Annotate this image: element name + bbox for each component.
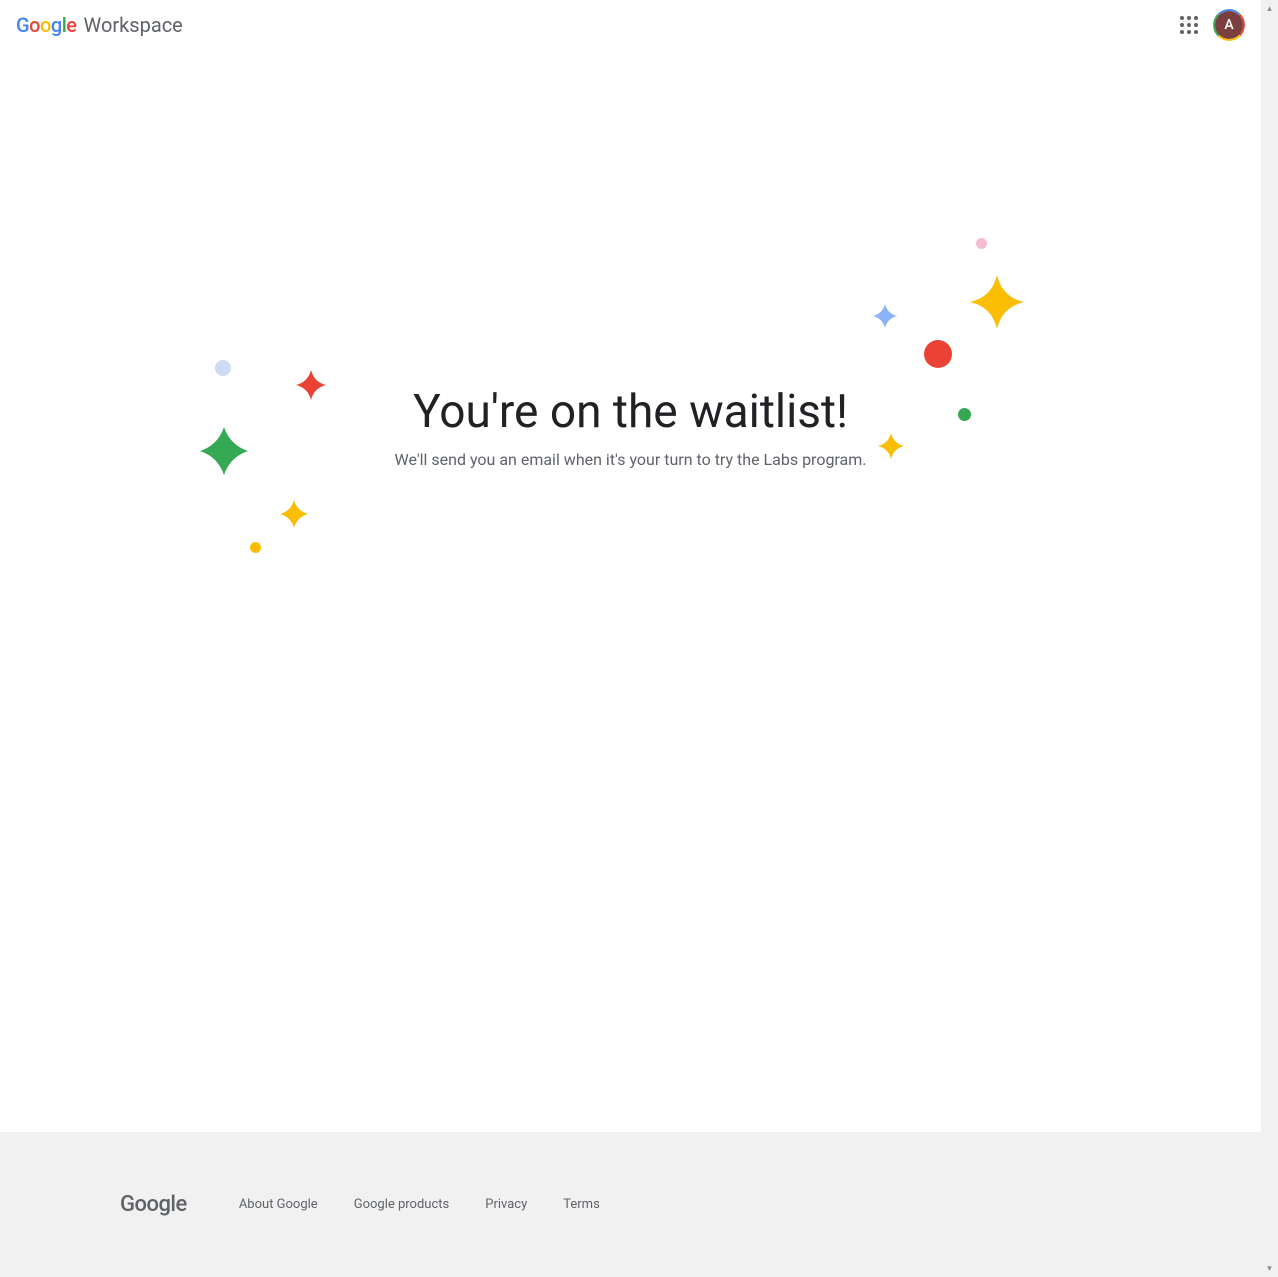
confetti-dot-icon [958, 408, 971, 421]
confetti-sparkle-icon [296, 370, 326, 400]
footer-google-logo: Google [120, 1192, 187, 1217]
product-name: Workspace [84, 13, 183, 37]
confetti-sparkle-icon [873, 304, 897, 328]
scrollbar-track[interactable]: ▴ ▾ [1261, 0, 1278, 1277]
account-avatar[interactable]: A [1213, 9, 1245, 41]
workspace-logo[interactable]: Google Workspace [16, 13, 183, 37]
scrollbar-up-arrow-icon[interactable]: ▴ [1261, 0, 1278, 17]
google-logo-icon: Google [16, 13, 77, 37]
confetti-dot-icon [215, 360, 231, 376]
header-actions: A [1177, 9, 1245, 41]
apps-grid-icon[interactable] [1177, 13, 1201, 37]
footer-links: About Google Google products Privacy Ter… [239, 1197, 600, 1212]
footer-link-products[interactable]: Google products [354, 1197, 450, 1212]
confetti-diamond-icon [200, 427, 248, 475]
footer-link-privacy[interactable]: Privacy [485, 1197, 527, 1212]
page-subheadline: We'll send you an email when it's your t… [395, 450, 867, 469]
footer-link-terms[interactable]: Terms [563, 1197, 600, 1212]
scrollbar-down-arrow-icon[interactable]: ▾ [1261, 1260, 1278, 1277]
confetti-dot-icon [924, 340, 952, 368]
header: Google Workspace A [0, 0, 1261, 50]
main-content: You're on the waitlist! We'll send you a… [0, 50, 1261, 1277]
confetti-dot-icon [250, 542, 261, 553]
confetti-sparkle-icon [878, 433, 904, 459]
confetti-sparkle-icon [970, 275, 1024, 329]
hero-section: You're on the waitlist! We'll send you a… [0, 50, 1261, 1277]
confetti-sparkle-icon [280, 500, 308, 528]
footer: Google About Google Google products Priv… [0, 1132, 1261, 1277]
page-headline: You're on the waitlist! [413, 385, 848, 439]
footer-link-about[interactable]: About Google [239, 1197, 318, 1212]
avatar-initial: A [1215, 11, 1243, 39]
confetti-dot-icon [976, 238, 987, 249]
